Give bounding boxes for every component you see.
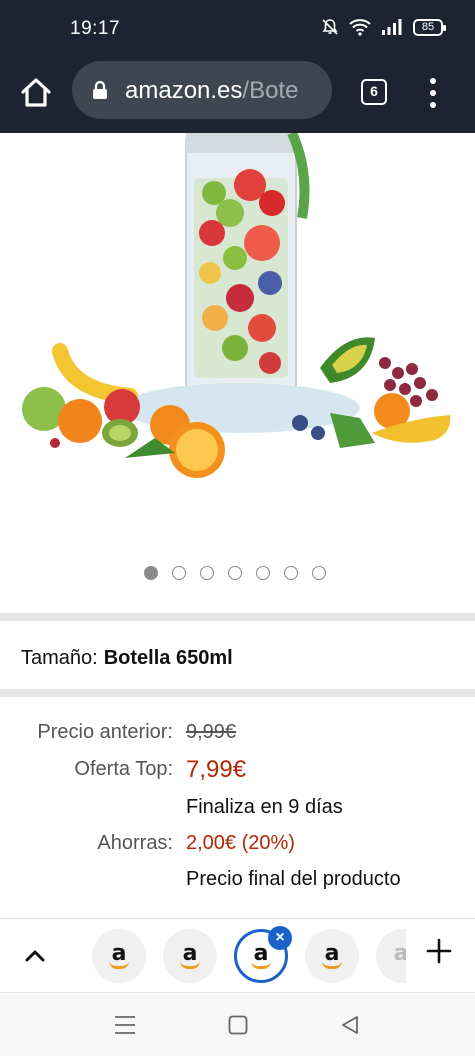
recent-apps-icon[interactable]: [114, 1015, 136, 1035]
chevron-up-icon[interactable]: [24, 945, 46, 967]
tab-thumbnail[interactable]: a: [92, 929, 146, 983]
savings-value: 2,00€ (20%): [186, 832, 295, 854]
product-image[interactable]: [0, 133, 475, 553]
signal-icon: [382, 19, 402, 35]
carousel-dot[interactable]: [284, 566, 298, 580]
status-time: 19:17: [70, 18, 121, 39]
section-divider: [0, 689, 475, 697]
carousel-dot[interactable]: [256, 566, 270, 580]
carousel-dot[interactable]: [200, 566, 214, 580]
offer-ends-note: Finaliza en 9 días: [186, 796, 343, 818]
previous-price-label: Precio anterior:: [37, 721, 173, 743]
tab-strip: a a a a a: [0, 918, 475, 992]
mute-bell-icon: [322, 19, 338, 35]
size-selector[interactable]: Tamaño: Botella 650ml: [21, 647, 233, 670]
tab-thumbnail[interactable]: a: [163, 929, 217, 983]
size-label: Tamaño:: [21, 647, 98, 669]
system-nav-bar: [0, 992, 475, 1056]
url-bar[interactable]: amazon.es/Bote: [72, 61, 332, 119]
carousel-dot[interactable]: [228, 566, 242, 580]
bottle-graphic: [185, 133, 310, 399]
url-text[interactable]: amazon.es/Bote: [125, 77, 298, 105]
carousel-dot[interactable]: [172, 566, 186, 580]
url-path: /Bote: [242, 77, 299, 104]
size-value: Botella 650ml: [103, 647, 233, 669]
url-domain: amazon.es: [125, 77, 243, 104]
battery-icon: 85: [413, 18, 446, 36]
carousel-dot[interactable]: [144, 566, 158, 580]
tab-thumbnail[interactable]: a: [305, 929, 359, 983]
offer-price-value: 7,99€: [186, 756, 247, 783]
tab-switcher-button[interactable]: 6: [361, 79, 387, 105]
previous-price-value: 9,99€: [186, 721, 237, 743]
carousel-dot[interactable]: [312, 566, 326, 580]
image-carousel-dots: [0, 564, 475, 584]
status-bar: 19:17 85: [0, 0, 475, 58]
tab-thumbnail[interactable]: a: [376, 929, 406, 983]
offer-label: Oferta Top:: [74, 758, 173, 780]
home-nav-icon[interactable]: [228, 1015, 248, 1035]
savings-label: Ahorras:: [97, 832, 173, 854]
close-tab-icon[interactable]: ×: [268, 926, 292, 950]
status-icons: 85: [321, 18, 446, 36]
amazon-logo-icon: a: [393, 940, 406, 966]
final-price-note: Precio final del producto: [186, 868, 401, 890]
wifi-icon: [349, 19, 371, 36]
browser-toolbar: amazon.es/Bote 6: [0, 58, 475, 133]
back-nav-icon[interactable]: [340, 1015, 360, 1035]
lock-icon: [93, 80, 107, 99]
new-tab-icon[interactable]: [426, 938, 452, 964]
overflow-menu-icon[interactable]: [422, 76, 444, 110]
section-divider: [0, 613, 475, 621]
home-icon[interactable]: [18, 75, 54, 111]
